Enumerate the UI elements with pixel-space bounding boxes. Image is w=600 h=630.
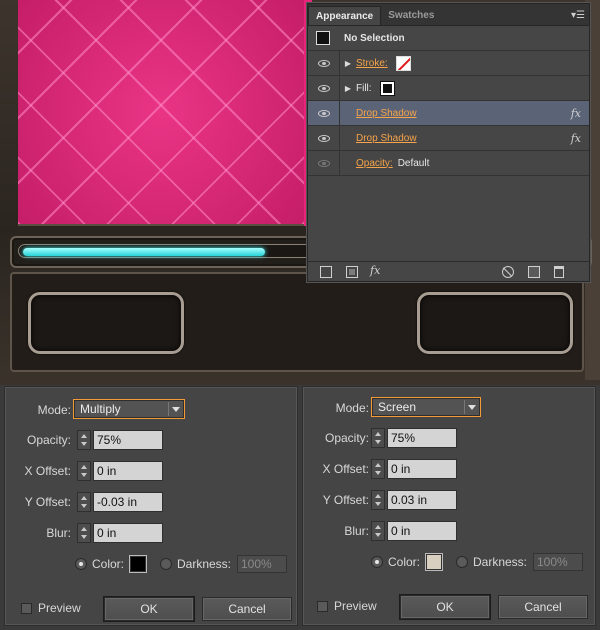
mode-select-value: Multiply bbox=[80, 402, 121, 416]
opacity-input[interactable]: 75% bbox=[93, 430, 163, 450]
cancel-button[interactable]: Cancel bbox=[202, 597, 292, 621]
drop-shadow-row-1[interactable]: Drop Shadow fx bbox=[308, 101, 589, 126]
tab-appearance[interactable]: Appearance bbox=[308, 6, 382, 25]
opacity-label: Opacity: bbox=[26, 433, 71, 447]
stepper-arrows-icon[interactable] bbox=[77, 430, 91, 450]
opacity-label: Opacity: bbox=[324, 431, 369, 445]
visibility-eye-icon[interactable] bbox=[317, 59, 330, 67]
left-pad-button[interactable] bbox=[28, 292, 184, 354]
fill-swatch-icon[interactable] bbox=[379, 80, 395, 96]
shadow-color-swatch[interactable] bbox=[425, 553, 443, 571]
stepper-arrows-icon[interactable] bbox=[77, 461, 91, 481]
blur-input[interactable]: 0 in bbox=[387, 521, 457, 541]
cancel-button[interactable]: Cancel bbox=[498, 595, 588, 619]
panel-menu-icon[interactable]: ▾☰ bbox=[571, 10, 585, 21]
drop-shadow-row-2[interactable]: Drop Shadow fx bbox=[308, 126, 589, 151]
y-offset-label: Y Offset: bbox=[322, 493, 369, 507]
chevron-down-icon[interactable] bbox=[464, 400, 478, 414]
y-offset-input[interactable]: 0.03 in bbox=[387, 490, 457, 510]
right-pad-button[interactable] bbox=[417, 292, 573, 354]
ok-button[interactable]: OK bbox=[400, 595, 490, 619]
object-thumbnail-icon bbox=[316, 31, 330, 45]
darkness-radio[interactable] bbox=[456, 556, 468, 568]
darkness-input: 100% bbox=[237, 555, 287, 573]
preview-label: Preview bbox=[334, 599, 377, 613]
x-offset-label: X Offset: bbox=[322, 462, 369, 476]
y-offset-input[interactable]: -0.03 in bbox=[93, 492, 163, 512]
add-new-stroke-icon[interactable] bbox=[320, 266, 332, 278]
add-effect-fx-icon[interactable]: fx bbox=[370, 264, 380, 277]
y-offset-label: Y Offset: bbox=[24, 495, 71, 509]
progress-fill bbox=[23, 248, 265, 256]
preview-checkbox[interactable] bbox=[21, 603, 32, 614]
x-offset-input[interactable]: 0 in bbox=[387, 459, 457, 479]
mode-select[interactable]: Screen bbox=[371, 397, 481, 417]
chevron-down-icon[interactable] bbox=[168, 402, 182, 416]
mode-label: Mode: bbox=[335, 401, 369, 415]
opacity-row[interactable]: Opacity: Default bbox=[308, 151, 589, 176]
ok-button[interactable]: OK bbox=[104, 597, 194, 621]
visibility-eye-icon[interactable] bbox=[317, 84, 330, 92]
fill-row[interactable]: ▶ Fill: bbox=[308, 76, 589, 101]
opacity-input[interactable]: 75% bbox=[387, 428, 457, 448]
tab-swatches[interactable]: Swatches bbox=[381, 6, 441, 25]
appearance-panel: Appearance Swatches ▾☰ No Selection ▶ St… bbox=[307, 3, 590, 282]
quilted-pink-screen bbox=[18, 0, 304, 226]
clear-appearance-icon[interactable] bbox=[502, 266, 514, 278]
darkness-radio[interactable] bbox=[160, 558, 172, 570]
color-radio[interactable] bbox=[371, 556, 383, 568]
preview-label: Preview bbox=[38, 601, 81, 615]
stepper-arrows-icon[interactable] bbox=[371, 490, 385, 510]
mode-select-value: Screen bbox=[378, 400, 417, 414]
panel-tab-bar: Appearance Swatches ▾☰ bbox=[308, 4, 589, 26]
drop-shadow-dialog-left: Mode: Multiply Opacity: 75% X Offset: 0 … bbox=[4, 386, 298, 626]
preview-checkbox[interactable] bbox=[317, 601, 328, 612]
shadow-color-swatch[interactable] bbox=[129, 555, 147, 573]
opacity-link[interactable]: Opacity: bbox=[356, 158, 393, 169]
stepper-arrows-icon[interactable] bbox=[371, 428, 385, 448]
visibility-eye-icon bbox=[317, 159, 330, 167]
button-panel bbox=[10, 272, 584, 372]
drop-shadow-dialog-right: Mode: Screen Opacity: 75% X Offset: 0 in… bbox=[302, 386, 596, 626]
x-offset-label: X Offset: bbox=[24, 464, 71, 478]
appearance-header-row: No Selection bbox=[308, 26, 589, 51]
darkness-input: 100% bbox=[533, 553, 583, 571]
fx-icon[interactable]: fx bbox=[571, 107, 581, 120]
add-new-fill-icon[interactable] bbox=[346, 266, 358, 278]
expand-arrow-icon[interactable]: ▶ bbox=[340, 84, 356, 93]
expand-arrow-icon[interactable]: ▶ bbox=[340, 59, 356, 68]
color-radio[interactable] bbox=[75, 558, 87, 570]
stepper-arrows-icon[interactable] bbox=[77, 523, 91, 543]
color-label: Color: bbox=[388, 555, 421, 569]
stroke-row[interactable]: ▶ Stroke: bbox=[308, 51, 589, 76]
mode-select[interactable]: Multiply bbox=[73, 399, 185, 419]
stage: Appearance Swatches ▾☰ No Selection ▶ St… bbox=[0, 0, 600, 630]
no-selection-label: No Selection bbox=[344, 32, 405, 44]
blur-label: Blur: bbox=[46, 526, 71, 540]
mode-label: Mode: bbox=[37, 403, 71, 417]
fill-label: Fill: bbox=[356, 82, 372, 94]
drop-shadow-link-2[interactable]: Drop Shadow bbox=[356, 133, 417, 144]
stepper-arrows-icon[interactable] bbox=[371, 521, 385, 541]
visibility-eye-icon[interactable] bbox=[317, 134, 330, 142]
blur-input[interactable]: 0 in bbox=[93, 523, 163, 543]
drop-shadow-link-1[interactable]: Drop Shadow bbox=[356, 108, 417, 119]
darkness-label: Darkness: bbox=[177, 557, 232, 571]
stroke-none-swatch-icon[interactable] bbox=[395, 55, 411, 71]
stepper-arrows-icon[interactable] bbox=[371, 459, 385, 479]
visibility-eye-icon[interactable] bbox=[317, 109, 330, 117]
panel-footer: fx bbox=[308, 261, 589, 281]
blur-label: Blur: bbox=[344, 524, 369, 538]
opacity-value: Default bbox=[397, 157, 430, 169]
color-label: Color: bbox=[92, 557, 125, 571]
darkness-label: Darkness: bbox=[473, 555, 528, 569]
trash-icon[interactable] bbox=[554, 266, 564, 278]
fx-icon[interactable]: fx bbox=[571, 132, 581, 145]
stroke-label[interactable]: Stroke: bbox=[356, 58, 388, 69]
stepper-arrows-icon[interactable] bbox=[77, 492, 91, 512]
x-offset-input[interactable]: 0 in bbox=[93, 461, 163, 481]
duplicate-item-icon[interactable] bbox=[528, 266, 540, 278]
